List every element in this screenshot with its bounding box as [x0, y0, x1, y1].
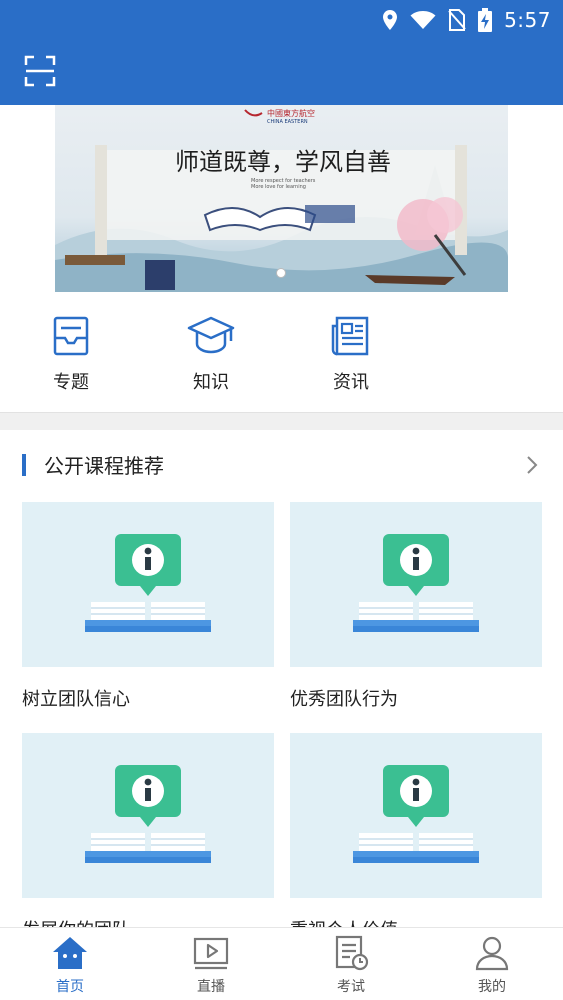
info-book-icon [85, 765, 211, 863]
quick-nav-label: 专题 [53, 372, 89, 393]
course-thumbnail [22, 733, 274, 898]
banner-brand-cn: 中國東方航空 [267, 108, 315, 118]
quick-nav: 专题 知识 资讯 [0, 312, 563, 402]
section-divider [0, 412, 563, 430]
quick-nav-news[interactable]: 资讯 [306, 312, 396, 394]
battery-charging-icon [478, 8, 493, 32]
tab-label: 我的 [478, 979, 506, 995]
tab-home[interactable]: 首页 [25, 934, 115, 996]
carousel-indicator[interactable] [276, 268, 286, 278]
tab-label: 考试 [337, 979, 365, 995]
graduation-cap-icon [187, 316, 235, 354]
course-thumbnail [290, 502, 542, 667]
quick-nav-label: 知识 [193, 372, 229, 393]
section-accent-bar [22, 454, 26, 476]
status-time: 5:57 [504, 8, 551, 32]
section-header: 公开课程推荐 [0, 440, 563, 490]
banner-sub2: More love for learning [251, 184, 306, 190]
info-book-icon [85, 534, 211, 632]
course-card[interactable]: 发展你的团队 [22, 733, 274, 942]
course-card[interactable]: 优秀团队行为 [290, 502, 542, 711]
course-title: 优秀团队行为 [290, 689, 398, 710]
tab-label: 首页 [56, 979, 84, 995]
exam-icon [335, 935, 369, 971]
news-icon [331, 316, 369, 356]
section-title: 公开课程推荐 [44, 454, 164, 478]
course-title: 树立团队信心 [22, 689, 130, 710]
location-icon [383, 10, 398, 30]
section-more-button[interactable] [525, 454, 539, 476]
course-card[interactable]: 重视个人价值 [290, 733, 542, 942]
promo-banner[interactable]: 师道既尊，学风自善 More respect for teachers More… [55, 105, 508, 292]
bottom-tab-bar: 首页 直播 考试 我的 [0, 927, 563, 1000]
home-icon [53, 937, 87, 969]
chevron-right-icon [527, 456, 538, 474]
course-thumbnail [22, 502, 274, 667]
tab-label: 直播 [197, 979, 225, 995]
tab-exam[interactable]: 考试 [306, 934, 396, 996]
tab-live[interactable]: 直播 [166, 934, 256, 996]
course-thumbnail [290, 733, 542, 898]
scan-button[interactable] [24, 55, 56, 87]
info-book-icon [353, 765, 479, 863]
course-card[interactable]: 树立团队信心 [22, 502, 274, 711]
user-icon [475, 936, 509, 971]
tab-mine[interactable]: 我的 [447, 934, 537, 996]
top-header: 5:57 [0, 0, 563, 105]
wifi-icon [410, 11, 436, 29]
no-sim-icon [448, 9, 466, 31]
quick-nav-knowledge[interactable]: 知识 [166, 312, 256, 394]
status-bar: 5:57 [382, 6, 551, 34]
scan-icon [24, 55, 56, 87]
quick-nav-topic[interactable]: 专题 [26, 312, 116, 394]
live-icon [193, 937, 229, 970]
quick-nav-label: 资讯 [333, 372, 369, 393]
topic-icon [53, 316, 89, 356]
banner-brand-en: CHINA EASTERN [267, 119, 308, 125]
info-book-icon [353, 534, 479, 632]
banner-slogan: 师道既尊，学风自善 [175, 148, 391, 176]
